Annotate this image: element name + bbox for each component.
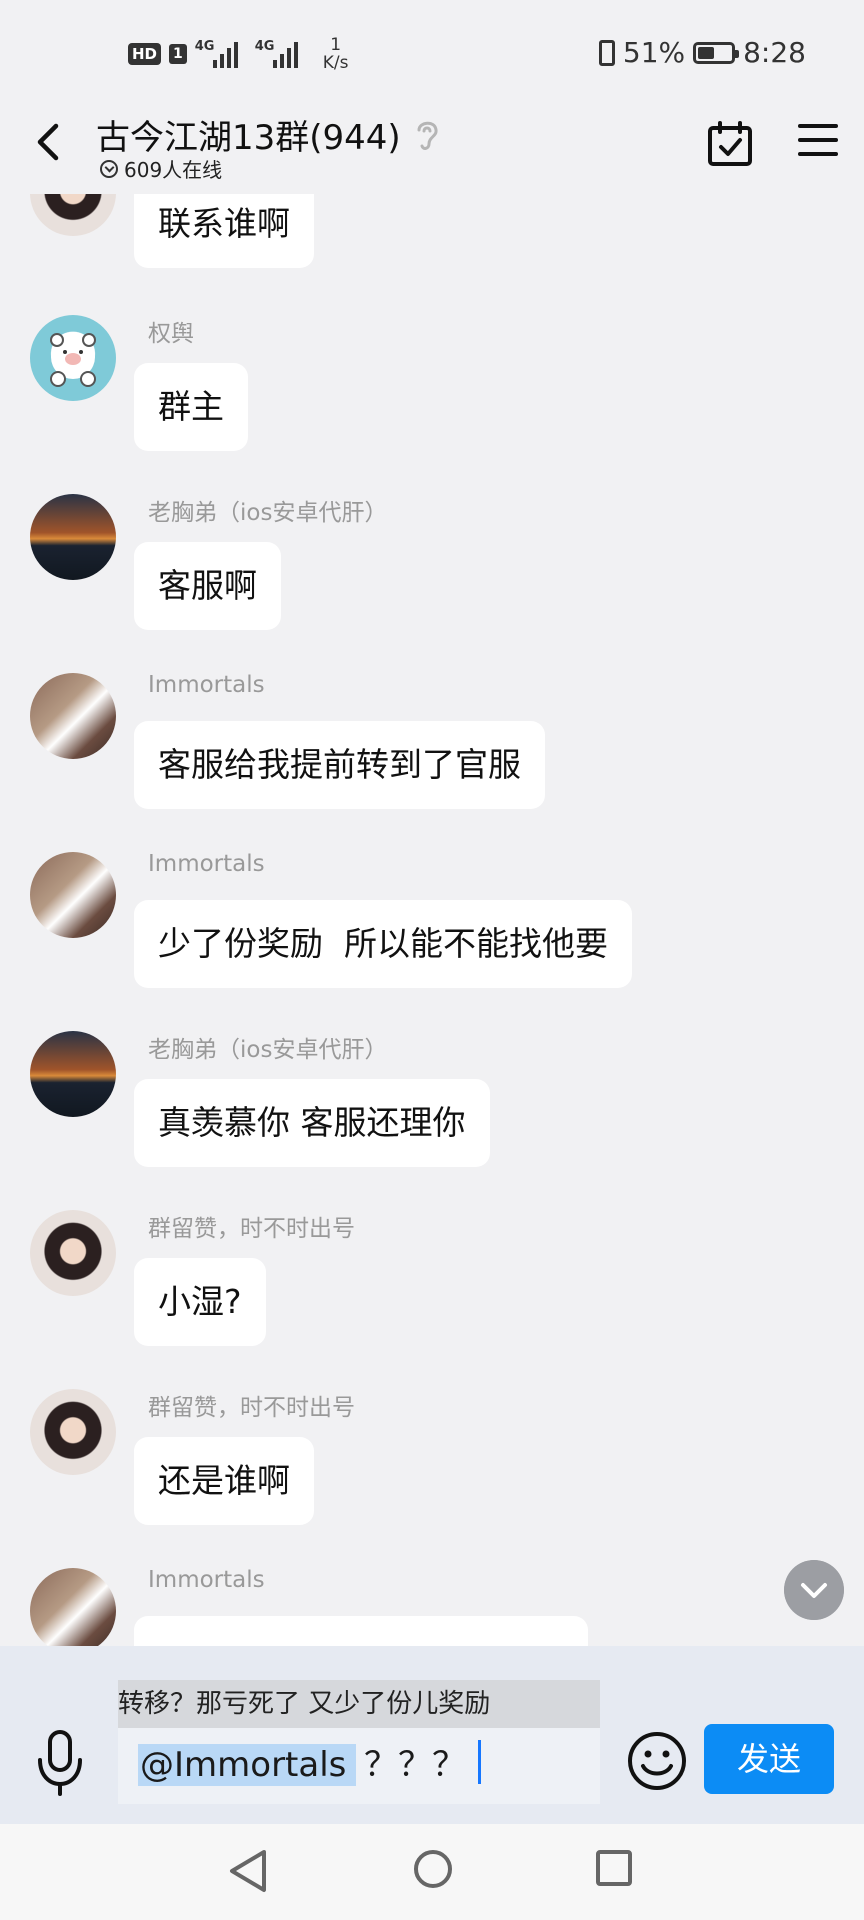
sender-name: 权舆 (148, 321, 194, 347)
avatar[interactable] (30, 1389, 116, 1475)
message-bubble[interactable]: 客服啊 (134, 542, 281, 630)
sender-name: 老胸弟（ios安卓代肝） (148, 1037, 388, 1063)
group-title-text: 古今江湖13群(944) (96, 118, 401, 158)
avatar[interactable] (30, 673, 116, 759)
network-speed-unit: K/s (322, 53, 349, 73)
clock: 8:28 (743, 36, 806, 69)
nav-recent-apps-icon[interactable] (596, 1850, 632, 1886)
scroll-down-icon[interactable] (784, 1560, 844, 1620)
message-input[interactable]: @Immortals ？？？ (118, 1728, 600, 1804)
avatar[interactable] (30, 852, 116, 938)
message-bubble[interactable]: 真羡慕你 客服还理你 (134, 1079, 490, 1167)
nav-back-icon[interactable] (226, 1848, 270, 1894)
network-type-label: 4G (194, 39, 215, 54)
avatar[interactable] (30, 194, 116, 236)
microphone-icon[interactable] (34, 1728, 86, 1798)
message-bubble[interactable]: 少了份奖励 所以能不能找他要 (134, 900, 632, 988)
message-bubble[interactable]: 客服给我提前转到了官服 (134, 721, 545, 809)
nav-home-icon[interactable] (414, 1850, 452, 1888)
online-status[interactable]: 609人在线 (100, 154, 222, 183)
avatar[interactable] (30, 1568, 116, 1646)
message-bubble[interactable]: 群主 (134, 363, 248, 451)
battery-icon (693, 41, 740, 64)
signal-icon: 4G (255, 40, 307, 68)
avatar[interactable] (30, 1031, 116, 1117)
message-bubble[interactable]: 还是谁啊 (134, 1437, 314, 1525)
avatar[interactable] (30, 315, 116, 401)
text-cursor (478, 1740, 481, 1784)
ear-icon[interactable] (415, 118, 441, 152)
hd-badge: HD (128, 43, 162, 65)
vibrate-icon (598, 39, 615, 66)
message-list[interactable]: 联系谁啊 权舆 群主 老胸弟（ios安卓代肝） 客服啊 Immortals 客服… (0, 194, 864, 1646)
message-bubble[interactable]: 联系谁啊 (134, 194, 314, 268)
status-right: 51% 8:28 (598, 36, 806, 69)
battery-percent: 51% (622, 36, 686, 69)
calendar-check-icon[interactable] (706, 120, 754, 168)
typed-text: ？？？ (364, 1745, 466, 1785)
sender-name: 群留赞，时不时出号 (148, 1395, 355, 1421)
input-area: 转移？那亏死了 又少了份儿奖励 @Immortals ？？？ 发送 (0, 1646, 864, 1824)
sender-name: 老胸弟（ios安卓代肝） (148, 500, 388, 526)
sender-name: Immortals (148, 851, 265, 877)
sender-name: Immortals (148, 672, 265, 698)
network-speed-value: 1 (330, 35, 342, 55)
group-title[interactable]: 古今江湖13群(944) (96, 110, 441, 159)
online-count: 609人在线 (124, 158, 223, 182)
emoji-icon[interactable] (626, 1730, 688, 1792)
system-nav-bar (0, 1824, 864, 1920)
sim-badge: 1 (169, 44, 187, 64)
chevron-circle-icon (100, 159, 118, 178)
signal-icon: 4G (195, 40, 247, 68)
send-button[interactable]: 发送 (704, 1724, 834, 1794)
avatar[interactable] (30, 494, 116, 580)
message-bubble[interactable] (134, 1616, 588, 1646)
network-speed: 1 K/s (323, 36, 349, 72)
sender-name: Immortals (148, 1567, 265, 1593)
sender-name: 群留赞，时不时出号 (148, 1216, 355, 1242)
bear-icon (50, 333, 96, 387)
network-type-label: 4G (254, 39, 275, 54)
avatar[interactable] (30, 1210, 116, 1296)
mention-tag[interactable]: @Immortals (138, 1744, 357, 1786)
quoted-message[interactable]: 转移？那亏死了 又少了份儿奖励 (118, 1680, 600, 1728)
back-arrow-icon[interactable] (30, 120, 70, 164)
chat-header: 古今江湖13群(944) 609人在线 (0, 100, 864, 194)
message-bubble[interactable]: 小湿? (134, 1258, 266, 1346)
menu-icon[interactable] (798, 124, 838, 164)
status-bar: HD 1 4G 4G 1 K/s 51% 8:28 (0, 0, 864, 100)
status-left: HD 1 4G 4G 1 K/s (128, 36, 349, 72)
